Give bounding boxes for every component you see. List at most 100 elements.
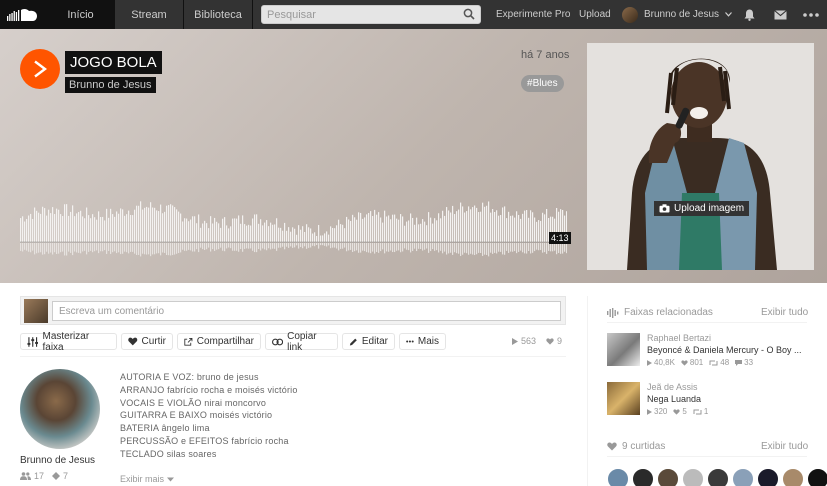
related-track-user[interactable]: Raphael Bertazi xyxy=(647,333,711,343)
search-icon[interactable] xyxy=(463,8,475,20)
description-line: AUTORIA E VOZ: bruno de jesus xyxy=(120,372,259,382)
more-button[interactable]: Mais xyxy=(399,333,446,350)
share-icon xyxy=(184,337,193,346)
chevron-down-icon xyxy=(725,12,733,17)
copy-link-label: Copiar link xyxy=(287,330,317,353)
tracks-count[interactable]: 7 xyxy=(52,471,68,481)
user-name: Brunno de Jesus xyxy=(644,9,720,20)
heart-icon xyxy=(546,337,554,345)
nav-try-pro[interactable]: Experimente Pro xyxy=(496,0,570,29)
liker-avatar[interactable] xyxy=(607,468,629,486)
liker-avatar[interactable] xyxy=(757,468,779,486)
nav-library[interactable]: Biblioteca xyxy=(184,0,253,29)
description-line: TECLADO silas soares xyxy=(120,448,217,459)
user-menu[interactable]: Brunno de Jesus xyxy=(622,0,733,29)
artist-name[interactable]: Brunno de Jesus xyxy=(20,455,95,466)
notifications-button[interactable] xyxy=(744,0,755,29)
likes-count-value: 9 xyxy=(557,336,563,346)
copy-link-button[interactable]: Copiar link xyxy=(265,330,338,353)
liker-avatar[interactable] xyxy=(632,468,654,486)
track-artist[interactable]: Brunno de Jesus xyxy=(65,77,156,93)
equalizer-icon xyxy=(27,336,39,347)
play-button[interactable] xyxy=(20,49,60,89)
sidebar-divider xyxy=(587,296,588,486)
nav-stream[interactable]: Stream xyxy=(115,0,184,29)
likes-count[interactable]: 9 xyxy=(546,336,562,346)
related-track-item[interactable]: Raphael Bertazi Beyoncé & Daniela Mercur… xyxy=(607,333,817,369)
followers-count[interactable]: 17 xyxy=(20,471,44,481)
related-track-reposts-value: 1 xyxy=(703,407,709,416)
show-more-link[interactable]: Exibir mais xyxy=(120,474,174,484)
liker-avatar[interactable] xyxy=(657,468,679,486)
more-dots-icon xyxy=(803,12,819,17)
heart-icon xyxy=(128,337,138,346)
nav-home[interactable]: Início xyxy=(46,0,115,29)
description-line: VOCAIS E VIOLÃO nirai moncorvo xyxy=(120,397,267,408)
followers-count-value: 17 xyxy=(34,471,45,481)
liker-avatar[interactable] xyxy=(782,468,804,486)
master-track-button[interactable]: Masterizar faixa xyxy=(20,331,117,353)
artist-avatar[interactable] xyxy=(20,369,100,449)
singer-photo xyxy=(587,43,814,270)
related-track-stats: 40,8K 801 48 33 xyxy=(647,358,753,367)
related-track-title[interactable]: Beyoncé & Daniela Mercury - O Boy ... xyxy=(647,345,812,355)
play-count-icon xyxy=(647,408,652,415)
likes-header: 9 curtidas xyxy=(607,441,665,452)
caret-down-icon xyxy=(166,477,174,482)
like-button[interactable]: Curtir xyxy=(121,333,173,350)
top-navigation: Início Stream Biblioteca Experimente Pro… xyxy=(0,0,827,29)
description-line: ARRANJO fabrício rocha e moisés victório xyxy=(120,384,298,395)
liker-avatar[interactable] xyxy=(732,468,754,486)
camera-icon xyxy=(659,204,670,213)
description-line: PERCUSSÃO e EFEITOS fabrício rocha xyxy=(120,435,289,446)
liker-avatar[interactable] xyxy=(707,468,729,486)
liker-avatar[interactable] xyxy=(807,468,827,486)
sidebar-rule xyxy=(607,322,807,323)
related-track-comments-value: 33 xyxy=(744,358,754,367)
related-track-user[interactable]: Jeã de Assis xyxy=(647,382,698,392)
soundcloud-logo[interactable] xyxy=(0,0,46,29)
related-track-title[interactable]: Nega Luanda xyxy=(647,394,812,404)
cloud-icon xyxy=(7,8,37,21)
edit-button[interactable]: Editar xyxy=(342,333,395,350)
genre-tag-label: Blues xyxy=(532,78,558,89)
related-track-thumbnail[interactable] xyxy=(607,333,640,366)
related-track-reposts: 1 xyxy=(693,407,708,416)
messages-button[interactable] xyxy=(774,0,787,29)
related-track-thumbnail[interactable] xyxy=(607,382,640,415)
bell-icon xyxy=(744,9,755,21)
waveform[interactable] xyxy=(20,189,567,259)
related-track-reposts: 48 xyxy=(709,358,729,367)
related-track-comments: 33 xyxy=(735,358,753,367)
genre-tag[interactable]: #Blues xyxy=(521,75,564,92)
search-input[interactable] xyxy=(262,6,457,23)
posted-time: há 7 anos xyxy=(521,49,570,61)
track-stats: 563 9 xyxy=(512,336,562,346)
tracks-icon xyxy=(52,472,61,480)
share-label: Compartilhar xyxy=(196,336,254,347)
share-button[interactable]: Compartilhar xyxy=(177,333,261,350)
more-dots-icon xyxy=(406,340,414,343)
related-track-item[interactable]: Jeã de Assis Nega Luanda 320 5 1 xyxy=(607,382,817,418)
plays-count-value: 563 xyxy=(521,336,537,346)
track-title: JOGO BOLA xyxy=(65,51,162,74)
upload-image-label: Upload imagem xyxy=(674,203,745,214)
upload-image-button[interactable]: Upload imagem xyxy=(654,201,750,216)
like-label: Curtir xyxy=(141,336,166,347)
related-tracks-title: Faixas relacionadas xyxy=(624,307,713,318)
comment-input[interactable] xyxy=(52,301,561,321)
more-menu-button[interactable] xyxy=(803,0,819,29)
show-more-label: Exibir mais xyxy=(120,474,165,484)
related-track-likes: 5 xyxy=(673,407,687,416)
play-count-icon xyxy=(647,359,652,366)
nav-upload[interactable]: Upload xyxy=(579,0,611,29)
related-show-all-link[interactable]: Exibir tudo xyxy=(761,307,808,318)
related-track-stats: 320 5 1 xyxy=(647,407,708,416)
related-track-plays-value: 320 xyxy=(654,407,668,416)
plays-count: 563 xyxy=(512,336,536,346)
more-label: Mais xyxy=(417,336,439,347)
likes-show-all-link[interactable]: Exibir tudo xyxy=(761,441,808,452)
comment-box xyxy=(20,296,566,325)
section-divider xyxy=(20,356,566,357)
liker-avatar[interactable] xyxy=(682,468,704,486)
